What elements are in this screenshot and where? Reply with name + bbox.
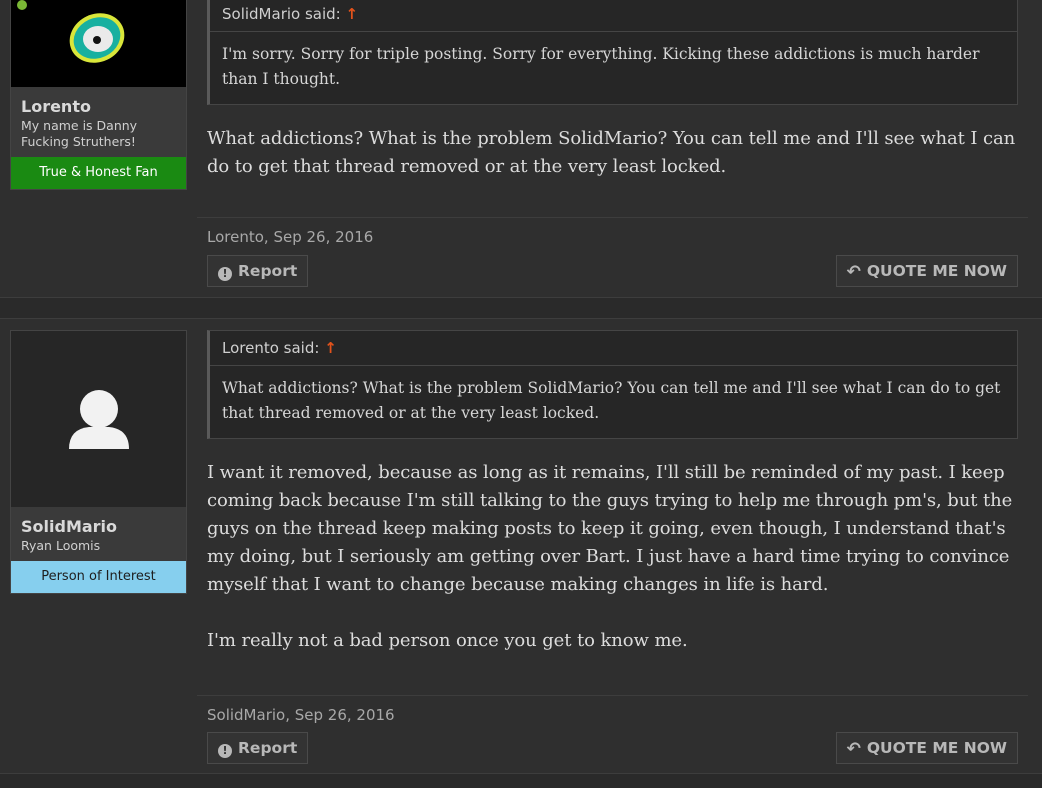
message-text: What addictions? What is the problem Sol… [207, 125, 1018, 181]
report-button[interactable]: ! Report [207, 732, 309, 764]
message-paragraph: I'm really not a bad person once you get… [207, 630, 688, 651]
quote-header: Lorento said: ↑ [210, 331, 1017, 366]
report-button[interactable]: ! Report [207, 255, 309, 287]
post-solidmario: SolidMario Ryan Loomis Person of Interes… [0, 318, 1042, 774]
quote-author: SolidMario said: [222, 5, 341, 23]
quote-jump-arrow-icon[interactable]: ↑ [346, 5, 359, 23]
exclamation-circle-icon: ! [218, 267, 232, 281]
message-paragraph: I want it removed, because as long as it… [207, 462, 1013, 595]
report-label: Report [238, 739, 298, 757]
reply-arrow-icon: ↶ [846, 262, 861, 282]
post-divider [0, 298, 1042, 318]
quote-button[interactable]: ↶ QUOTE ME NOW [835, 732, 1018, 764]
user-title: Ryan Loomis [21, 538, 101, 553]
post-body: Lorento said: ↑ What addictions? What is… [207, 330, 1018, 655]
quote-text: What addictions? What is the problem Sol… [222, 379, 1001, 422]
user-card: SolidMario Ryan Loomis Person of Interes… [10, 330, 187, 594]
quote-text: I'm sorry. Sorry for triple posting. Sor… [222, 45, 980, 88]
quote-button-label: QUOTE ME NOW [866, 739, 1007, 757]
message-paragraph: What addictions? What is the problem Sol… [207, 128, 1016, 177]
page-bottom-strip [0, 774, 1042, 788]
eye-logo-avatar [69, 13, 125, 63]
post-actions: ! Report ↶ QUOTE ME NOW [207, 732, 1018, 764]
avatar[interactable] [11, 0, 186, 87]
quote-header: SolidMario said: ↑ [210, 0, 1017, 32]
post-author-date[interactable]: Lorento, Sep 26, 2016 [207, 228, 373, 246]
post-meta: Lorento, Sep 26, 2016 [197, 217, 1028, 246]
message-text: I want it removed, because as long as it… [207, 459, 1018, 655]
user-card: Lorento My name is Danny Fucking Struthe… [10, 0, 187, 190]
post-body: SolidMario said: ↑ I'm sorry. Sorry for … [207, 0, 1018, 181]
user-title: My name is Danny Fucking Struthers! [21, 118, 138, 149]
username[interactable]: SolidMario [11, 507, 186, 536]
online-status-dot [17, 0, 27, 10]
post-lorento: Lorento My name is Danny Fucking Struthe… [0, 0, 1042, 298]
user-banner: Person of Interest [11, 561, 186, 593]
username[interactable]: Lorento [11, 87, 186, 116]
default-person-avatar [69, 390, 129, 449]
report-label: Report [238, 262, 298, 280]
quote-button[interactable]: ↶ QUOTE ME NOW [835, 255, 1018, 287]
quote-block: Lorento said: ↑ What addictions? What is… [207, 330, 1018, 439]
post-meta: SolidMario, Sep 26, 2016 [197, 695, 1028, 724]
quote-jump-arrow-icon[interactable]: ↑ [324, 339, 337, 357]
user-banner: True & Honest Fan [11, 157, 186, 189]
quote-button-label: QUOTE ME NOW [866, 262, 1007, 280]
exclamation-circle-icon: ! [218, 744, 232, 758]
reply-arrow-icon: ↶ [846, 739, 861, 759]
post-author-date[interactable]: SolidMario, Sep 26, 2016 [207, 706, 395, 724]
quote-author: Lorento said: [222, 339, 320, 357]
post-actions: ! Report ↶ QUOTE ME NOW [207, 255, 1018, 287]
quote-block: SolidMario said: ↑ I'm sorry. Sorry for … [207, 0, 1018, 105]
avatar[interactable] [11, 331, 186, 507]
